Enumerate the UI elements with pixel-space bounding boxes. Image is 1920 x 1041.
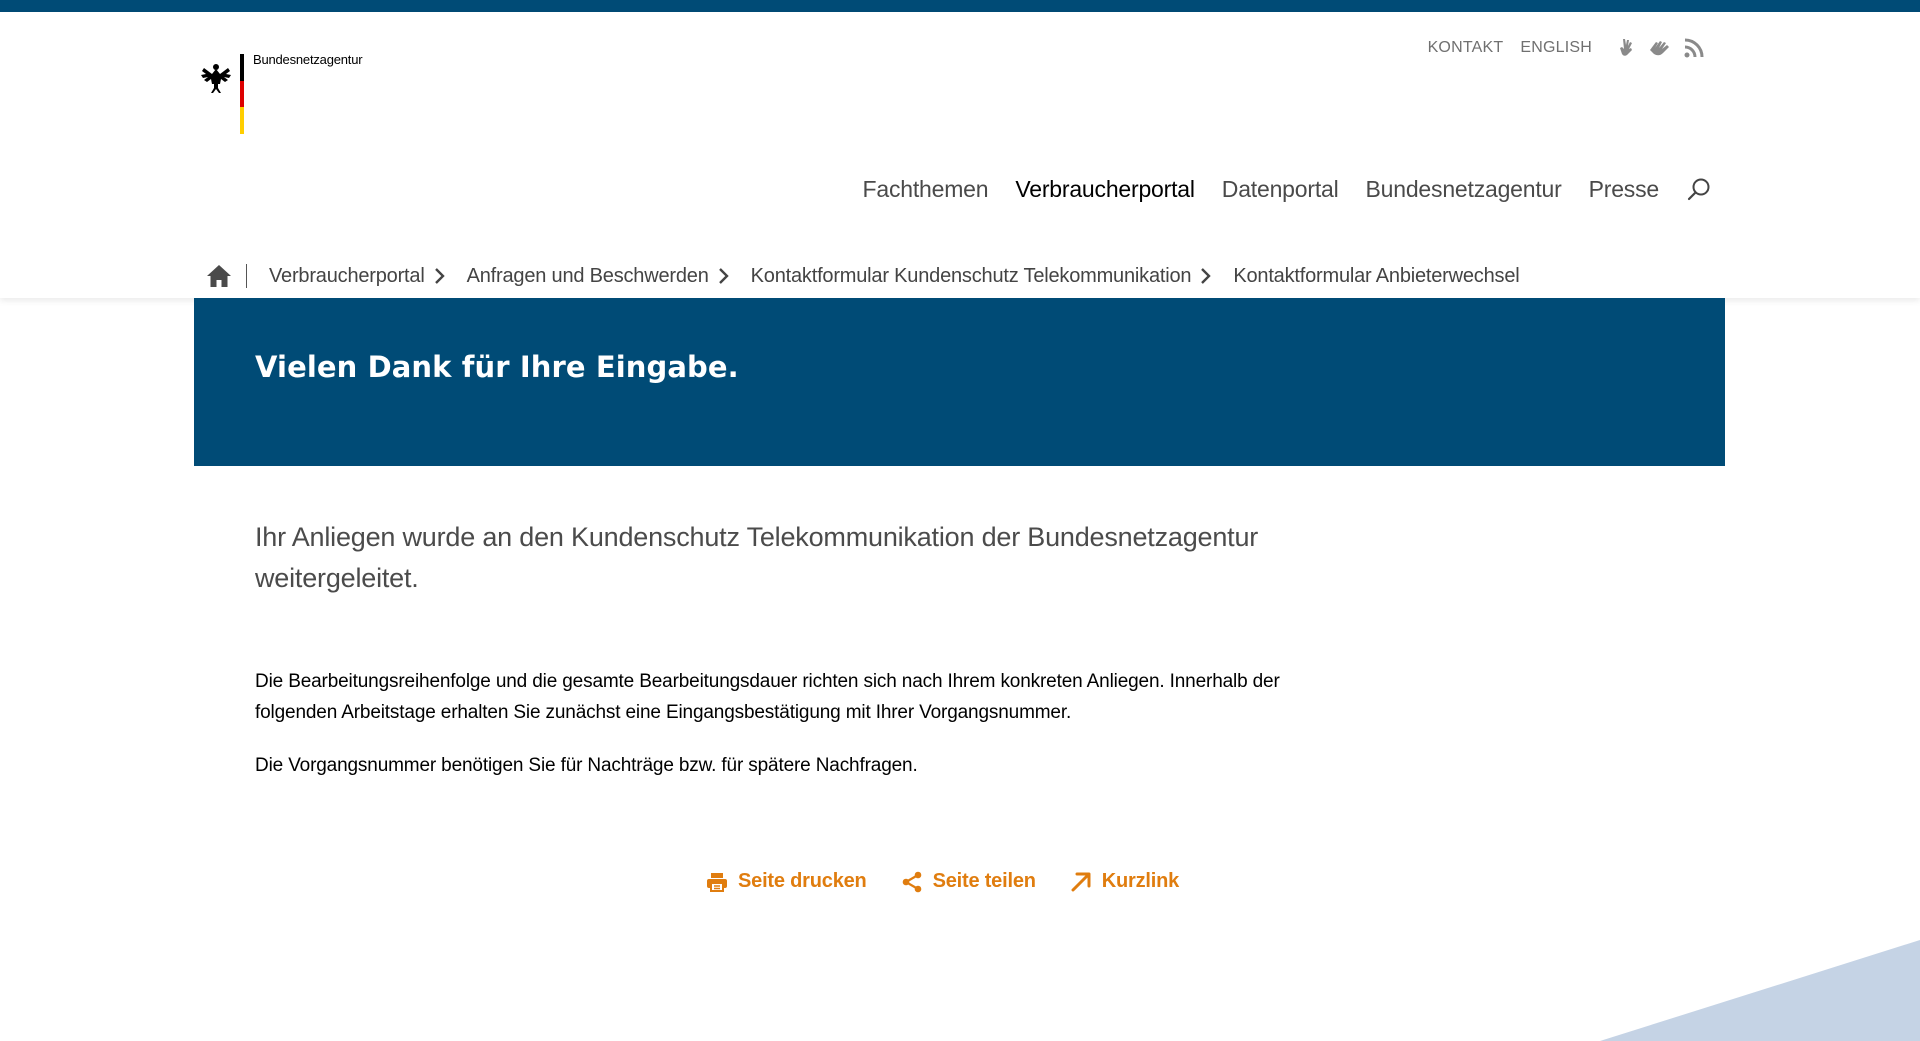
- main-navigation: Fachthemen Verbraucherportal Datenportal…: [836, 176, 1713, 203]
- share-page-button[interactable]: Seite teilen: [901, 870, 1036, 893]
- nav-item-datenportal[interactable]: Datenportal: [1222, 176, 1339, 203]
- print-page-button[interactable]: Seite drucken: [706, 870, 867, 893]
- print-page-label: Seite drucken: [738, 870, 867, 892]
- federal-eagle-icon: [201, 64, 231, 93]
- breadcrumb-item-kontaktformular-kundenschutz[interactable]: Kontaktformular Kundenschutz Telekommuni…: [751, 265, 1192, 288]
- german-flag-stripe: [240, 54, 244, 134]
- breadcrumb-separator: [246, 264, 247, 288]
- nav-item-presse[interactable]: Presse: [1589, 176, 1660, 203]
- arrow-up-right-icon: [1071, 872, 1091, 891]
- service-icon-group: [1614, 36, 1706, 60]
- lead-text: Ihr Anliegen wurde an den Kundenschutz T…: [255, 522, 1259, 593]
- search-icon[interactable]: [1686, 177, 1712, 203]
- logo-wordmark: Bundesnetzagentur: [253, 52, 363, 67]
- sign-language-icon[interactable]: [1614, 36, 1638, 60]
- decorative-corner-shape: [1600, 940, 1920, 1041]
- chevron-right-icon: [718, 268, 729, 284]
- contact-link[interactable]: KONTAKT: [1428, 39, 1504, 57]
- share-page-label: Seite teilen: [932, 870, 1036, 892]
- nav-item-fachthemen[interactable]: Fachthemen: [863, 176, 989, 203]
- shortlink-label: Kurzlink: [1101, 870, 1180, 892]
- print-icon: [707, 872, 727, 892]
- breadcrumb-item-anfragen[interactable]: Anfragen und Beschwerden: [467, 265, 709, 288]
- shortlink-button[interactable]: Kurzlink: [1070, 870, 1179, 893]
- page-actions: Seite drucken Seite teilen Kurzlink: [706, 870, 1213, 893]
- main-content: Ihr Anliegen wurde an den Kundenschutz T…: [255, 517, 1335, 781]
- confirmation-banner: Vielen Dank für Ihre Eingabe.: [194, 298, 1725, 466]
- breadcrumb-item-verbraucherportal[interactable]: Verbraucherportal: [269, 265, 425, 288]
- service-navigation: KONTAKT ENGLISH: [1411, 36, 1706, 60]
- easy-language-icon[interactable]: [1648, 36, 1672, 60]
- logo-home-link[interactable]: Bundesnetzagentur: [200, 52, 380, 147]
- home-icon[interactable]: [206, 263, 232, 289]
- page-title: Vielen Dank für Ihre Eingabe.: [255, 350, 739, 384]
- site-header: Bundesnetzagentur KONTAKT ENGLISH Fachth…: [0, 12, 1920, 298]
- body-paragraph-1: Die Bearbeitungsreihenfolge und die gesa…: [255, 671, 1280, 723]
- rss-icon[interactable]: [1682, 36, 1706, 60]
- english-link[interactable]: ENGLISH: [1520, 39, 1592, 57]
- chevron-right-icon: [434, 268, 445, 284]
- chevron-right-icon: [1201, 268, 1212, 284]
- nav-item-bundesnetzagentur[interactable]: Bundesnetzagentur: [1366, 176, 1562, 203]
- share-icon: [902, 871, 921, 892]
- top-accent-strip: [0, 0, 1920, 12]
- breadcrumb-item-current: Kontaktformular Anbieterwechsel: [1233, 264, 1520, 287]
- breadcrumb: Verbraucherportal Anfragen und Beschwerd…: [206, 262, 1520, 290]
- body-paragraph-2: Die Vorgangsnummer benötigen Sie für Nac…: [255, 755, 918, 776]
- nav-item-verbraucherportal[interactable]: Verbraucherportal: [1015, 176, 1195, 203]
